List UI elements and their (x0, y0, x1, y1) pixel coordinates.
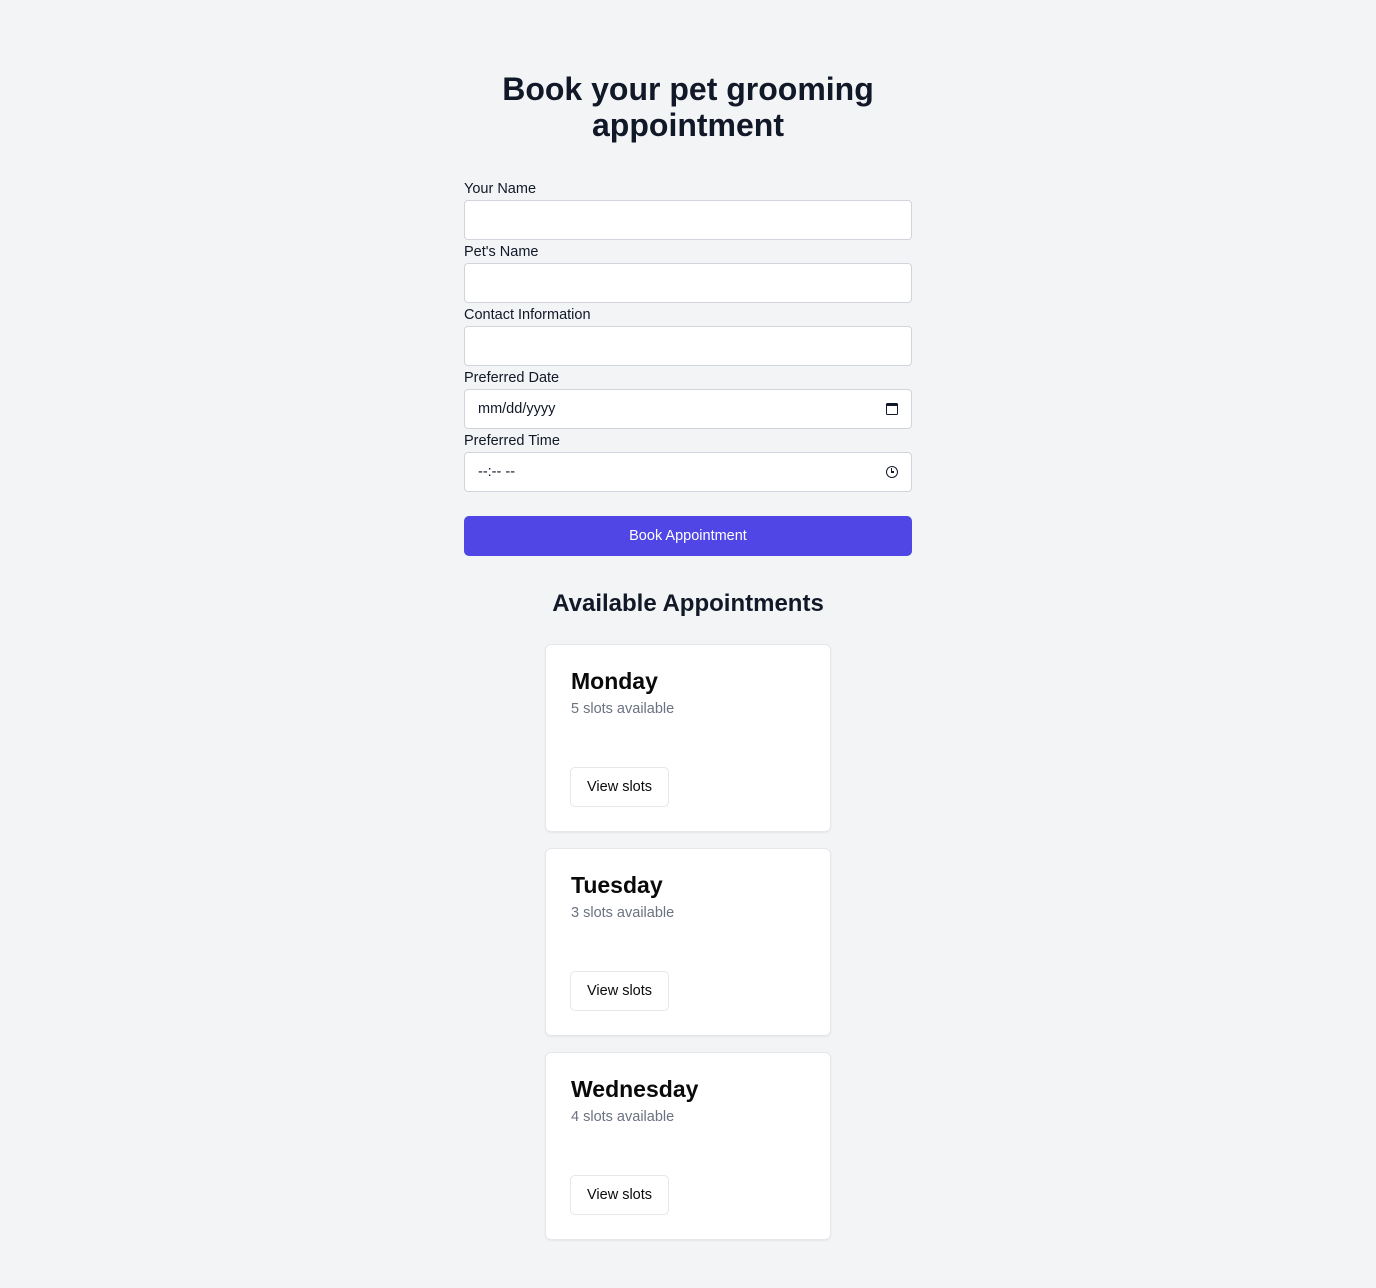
slots-count: 3 slots available (571, 905, 675, 921)
preferred-date-input-box[interactable] (464, 389, 912, 429)
day-card-wednesday: Wednesday 4 slots available View slots (545, 1052, 831, 1240)
preferred-time-label: Preferred Time (464, 433, 560, 449)
view-slots-button[interactable]: View slots (570, 971, 670, 1011)
pet-name-field: Pet's Name (464, 243, 912, 303)
your-name-label: Your Name (464, 181, 537, 197)
day-name: Monday (571, 668, 658, 694)
page-title-line-1: Book your pet grooming (502, 71, 874, 107)
preferred-date-field: Preferred Date (464, 369, 912, 429)
your-name-input-box[interactable] (464, 200, 912, 240)
slots-count: 4 slots available (571, 1109, 675, 1125)
page-title: Book your pet grooming appointment (0, 71, 1376, 143)
available-appointments-title: Available Appointments (552, 590, 824, 617)
clock-icon[interactable] (886, 466, 898, 478)
calendar-icon[interactable] (886, 403, 898, 415)
preferred-time-input-box[interactable] (464, 452, 912, 492)
slots-count: 5 slots available (571, 701, 675, 717)
preferred-date-input[interactable] (478, 390, 886, 428)
your-name-field: Your Name (464, 180, 912, 240)
your-name-input[interactable] (478, 201, 898, 239)
contact-information-label: Contact Information (464, 307, 591, 323)
contact-information-input-box[interactable] (464, 326, 912, 366)
day-name: Tuesday (571, 872, 663, 898)
view-slots-button[interactable]: View slots (570, 1175, 670, 1215)
pet-name-input-box[interactable] (464, 263, 912, 303)
booking-form: Your Name Pet's Name Contact Information… (464, 180, 912, 495)
page-title-line-2: appointment (592, 107, 784, 143)
pet-name-label: Pet's Name (464, 244, 539, 260)
day-card-monday: Monday 5 slots available View slots (545, 644, 831, 832)
contact-information-input[interactable] (478, 327, 898, 365)
view-slots-button[interactable]: View slots (570, 767, 670, 807)
day-name: Wednesday (571, 1076, 699, 1102)
preferred-date-label: Preferred Date (464, 370, 560, 386)
preferred-time-input[interactable] (478, 453, 886, 491)
pet-name-input[interactable] (478, 264, 898, 302)
preferred-time-field: Preferred Time (464, 432, 912, 492)
contact-information-field: Contact Information (464, 306, 912, 366)
book-appointment-button[interactable]: Book Appointment (464, 516, 912, 556)
day-card-tuesday: Tuesday 3 slots available View slots (545, 848, 831, 1036)
